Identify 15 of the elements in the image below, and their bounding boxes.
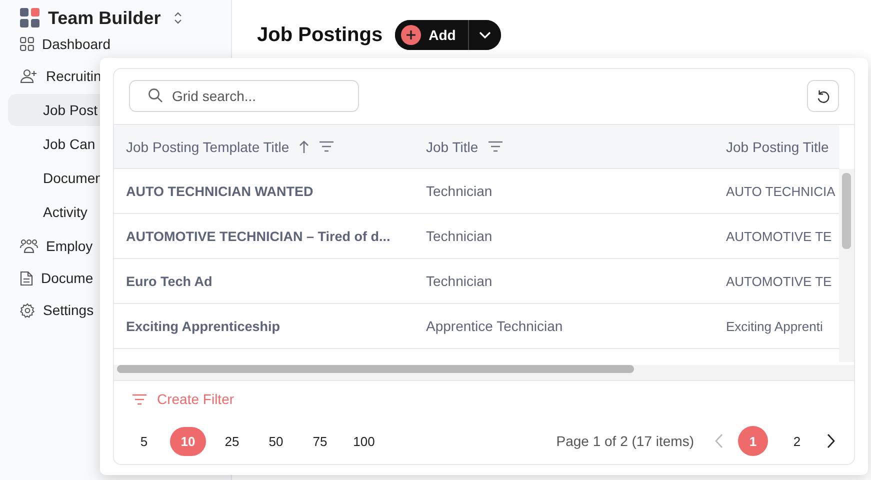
table-cell: Exciting Apprenti [726,318,823,334]
table-cell: AUTOMOTIVE TECHNICIAN – Tired of d... [126,228,390,244]
page-info: Page 1 of 2 (17 items) [556,433,694,449]
table-cell: AUTOMOTIVE TE [726,274,832,288]
table-cell: Apprentice Technician [426,318,563,334]
table-cell: Technician [426,183,492,199]
table-cell: Technician [426,228,492,244]
page-title: Job Postings [257,24,383,46]
table-cell: AUTOMOTIVE TE [726,228,832,244]
table-cell: Euro Tech Ad [126,274,212,288]
table-cell: AUTO TECHNICIAN WANTED [126,184,314,198]
table-cell: Technician [426,273,492,289]
app-title: Team Builder [48,8,161,28]
table-cell: AUTO TECHNICIA [726,184,836,198]
table-cell: Exciting Apprenticeship [126,318,280,334]
